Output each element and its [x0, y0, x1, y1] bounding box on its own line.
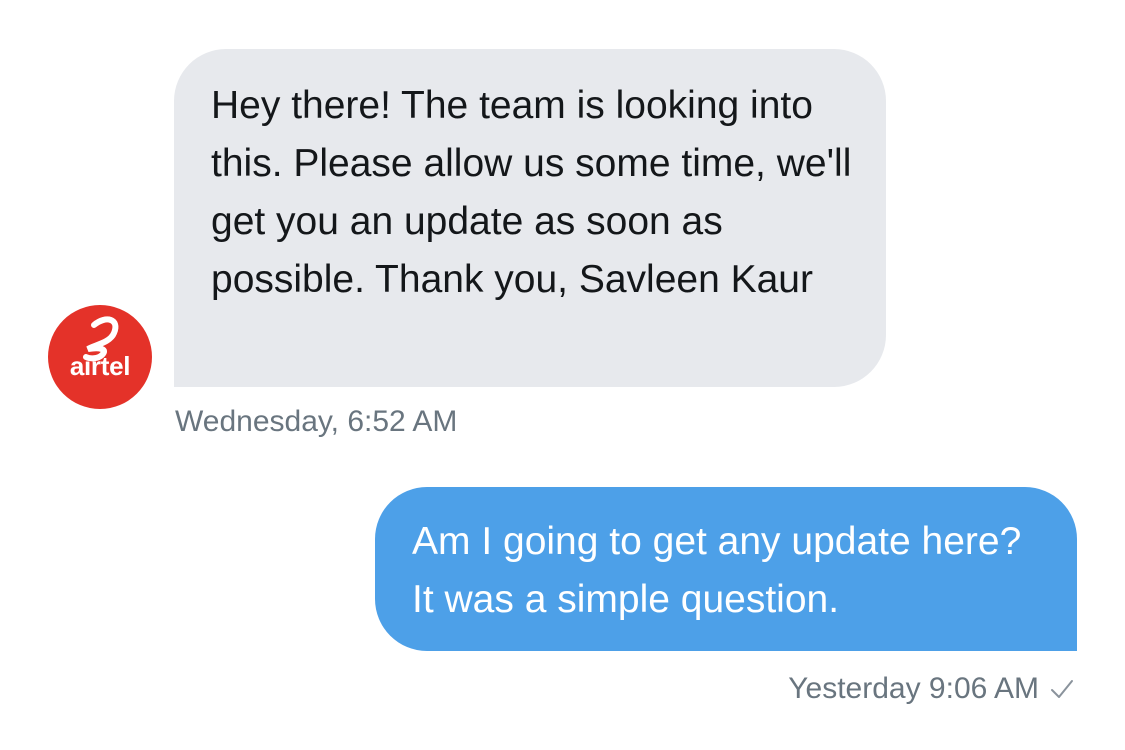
incoming-message-text: Hey there! The team is looking into this…	[211, 84, 852, 301]
message-thread: ​ airtel Hey there! The team is looking …	[0, 0, 1125, 750]
incoming-message-timestamp: Wednesday, 6:52 AM	[175, 405, 458, 438]
previous-timestamp-fragment: ​	[820, 0, 900, 8]
airtel-avatar[interactable]: airtel	[48, 305, 152, 409]
outgoing-message-timestamp: Yesterday 9:06 AM	[788, 672, 1039, 705]
avatar-label: airtel	[69, 351, 131, 381]
check-icon	[1051, 680, 1073, 698]
incoming-message-bubble[interactable]: Hey there! The team is looking into this…	[174, 49, 886, 387]
outgoing-message-meta: Yesterday 9:06 AM	[788, 672, 1075, 706]
outgoing-message-bubble[interactable]: Am I going to get any update here? It wa…	[375, 487, 1077, 651]
outgoing-message-text: Am I going to get any update here? It wa…	[412, 520, 1022, 621]
